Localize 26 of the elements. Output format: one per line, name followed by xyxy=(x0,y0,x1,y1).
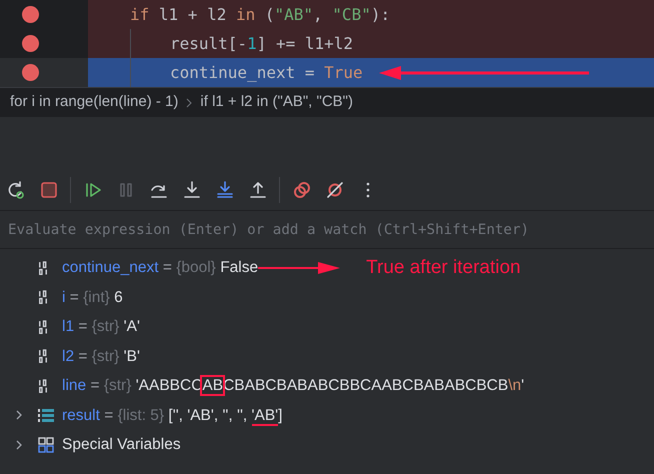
chevron-icon xyxy=(186,98,192,108)
code-line: continue_next = True xyxy=(170,62,363,84)
variable-entry[interactable]: continue_next = {bool} False xyxy=(62,256,258,280)
variable-entry[interactable]: l2 = {str} 'B' xyxy=(62,344,140,368)
variable-entry[interactable]: result = {list: 5} ['', 'AB', '', '', 'AB'] xyxy=(62,404,282,427)
breakpoint-icon[interactable] xyxy=(22,6,39,23)
breakpoint-icon[interactable] xyxy=(22,35,39,52)
primitive-icon xyxy=(38,349,48,364)
breakpoint-icon[interactable] xyxy=(22,64,39,81)
primitive-icon xyxy=(38,320,48,334)
grid-icon xyxy=(38,436,54,453)
annotation-text: True after iteration xyxy=(366,256,521,280)
breadcrumb[interactable]: if l1 + l2 in ("AB", "CB") xyxy=(200,91,353,114)
variable-entry[interactable]: i = {int} 6 xyxy=(62,286,123,309)
variable-group[interactable]: Special Variables xyxy=(62,433,181,456)
breadcrumb[interactable]: for i in range(len(line) - 1) xyxy=(10,91,178,114)
variable-entry[interactable]: line = {str} 'AABBCCABCBABCBABABCBBCAABCBABABCBCB\n' xyxy=(62,374,524,398)
primitive-icon xyxy=(38,260,48,275)
list-icon xyxy=(38,408,54,422)
variable-entry[interactable]: l1 = {str} 'A' xyxy=(62,315,140,338)
code-line: result[-1] += l1+l2 xyxy=(170,32,354,54)
expand-icon[interactable] xyxy=(15,410,23,420)
code-line: if l1 + l2 in ("AB", "CB"): xyxy=(130,4,390,26)
expand-icon[interactable] xyxy=(15,440,23,450)
primitive-icon xyxy=(38,290,48,304)
primitive-icon xyxy=(38,378,48,393)
